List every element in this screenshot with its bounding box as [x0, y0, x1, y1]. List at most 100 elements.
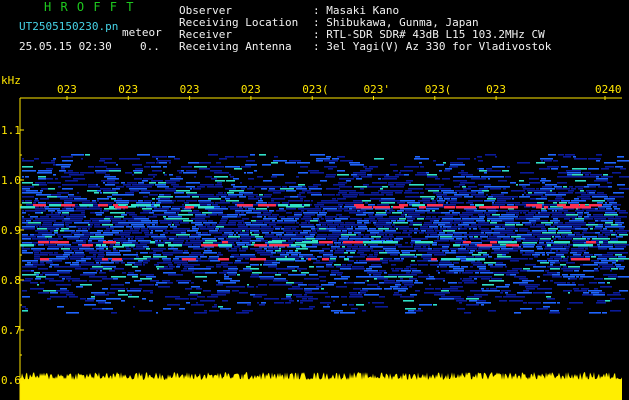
signal-streak [324, 160, 338, 162]
signal-streak [257, 216, 262, 218]
signal-streak [355, 218, 362, 220]
signal-streak [56, 272, 68, 274]
signal-streak [367, 284, 378, 286]
signal-streak [30, 282, 38, 284]
signal-streak [228, 250, 237, 252]
signal-streak [46, 178, 53, 180]
signal-streak [99, 160, 105, 162]
signal-streak [361, 276, 369, 278]
signal-streak [418, 264, 428, 266]
signal-streak [188, 246, 200, 248]
signal-streak [395, 284, 401, 286]
x-tick-label: 0240 [595, 83, 622, 96]
signal-streak [220, 228, 235, 230]
carrier-streak [466, 258, 485, 261]
signal-streak [454, 234, 462, 236]
signal-streak [337, 248, 351, 250]
carrier-streak [373, 206, 390, 209]
signal-streak [478, 252, 487, 254]
signal-streak [438, 202, 444, 204]
signal-streak [355, 228, 368, 230]
signal-streak [519, 228, 528, 230]
signal-streak [389, 260, 403, 262]
signal-streak [346, 190, 356, 192]
signal-streak [268, 202, 280, 204]
signal-streak [165, 230, 178, 232]
signal-streak [554, 222, 558, 224]
signal-streak [358, 234, 364, 236]
signal-streak [55, 212, 58, 214]
signal-streak [317, 226, 328, 228]
signal-streak [262, 224, 267, 226]
signal-streak [240, 254, 244, 256]
signal-streak [116, 186, 124, 188]
signal-streak [397, 202, 405, 204]
signal-streak [600, 268, 610, 270]
signal-streak [322, 210, 325, 212]
signal-streak [459, 214, 473, 216]
signal-streak [464, 234, 476, 236]
signal-streak [156, 282, 167, 284]
signal-streak [354, 226, 356, 228]
signal-streak [336, 194, 340, 196]
signal-streak [434, 228, 438, 230]
signal-streak [580, 264, 583, 266]
signal-streak [177, 200, 185, 202]
signal-streak [89, 252, 94, 254]
signal-streak [155, 184, 166, 186]
carrier-streak [547, 244, 551, 247]
signal-streak [405, 214, 407, 216]
signal-streak [597, 300, 605, 302]
signal-streak [207, 204, 211, 206]
signal-streak [590, 174, 602, 176]
signal-streak [309, 266, 314, 268]
signal-streak [168, 216, 182, 218]
signal-streak [163, 260, 171, 262]
signal-streak [357, 222, 362, 224]
signal-streak [50, 296, 57, 298]
signal-streak [107, 178, 119, 180]
signal-streak [169, 174, 173, 176]
signal-streak [264, 248, 267, 250]
signal-streak [534, 256, 538, 258]
signal-streak [552, 274, 560, 276]
signal-streak [370, 246, 383, 248]
signal-streak [508, 272, 519, 274]
signal-streak [57, 296, 67, 298]
signal-streak [350, 236, 356, 238]
signal-streak [133, 226, 145, 228]
signal-streak [549, 252, 555, 254]
carrier-streak [366, 258, 380, 261]
signal-streak [387, 252, 400, 254]
signal-streak [165, 214, 178, 216]
signal-streak [557, 182, 567, 184]
signal-streak [443, 226, 451, 228]
signal-streak [520, 250, 534, 252]
signal-streak [485, 232, 500, 234]
signal-streak [439, 264, 454, 266]
signal-streak [49, 260, 52, 262]
signal-streak [82, 202, 97, 204]
signal-streak [466, 256, 474, 258]
signal-streak [394, 258, 400, 260]
signal-streak [72, 220, 82, 222]
signal-streak [172, 224, 174, 226]
signal-streak [575, 248, 584, 250]
signal-streak [392, 224, 395, 226]
signal-streak [475, 196, 481, 198]
signal-streak [551, 248, 566, 250]
signal-streak [196, 238, 200, 240]
signal-streak [303, 212, 318, 214]
signal-streak [502, 220, 514, 222]
signal-streak [517, 292, 532, 294]
signal-streak [402, 252, 410, 254]
signal-streak [286, 296, 291, 298]
signal-streak [401, 286, 407, 288]
signal-streak [281, 218, 294, 220]
signal-streak [156, 312, 158, 314]
carrier-streak [304, 204, 310, 207]
signal-streak [334, 264, 341, 266]
carrier-streak [182, 258, 196, 261]
signal-streak [566, 248, 569, 250]
signal-streak [112, 230, 123, 232]
